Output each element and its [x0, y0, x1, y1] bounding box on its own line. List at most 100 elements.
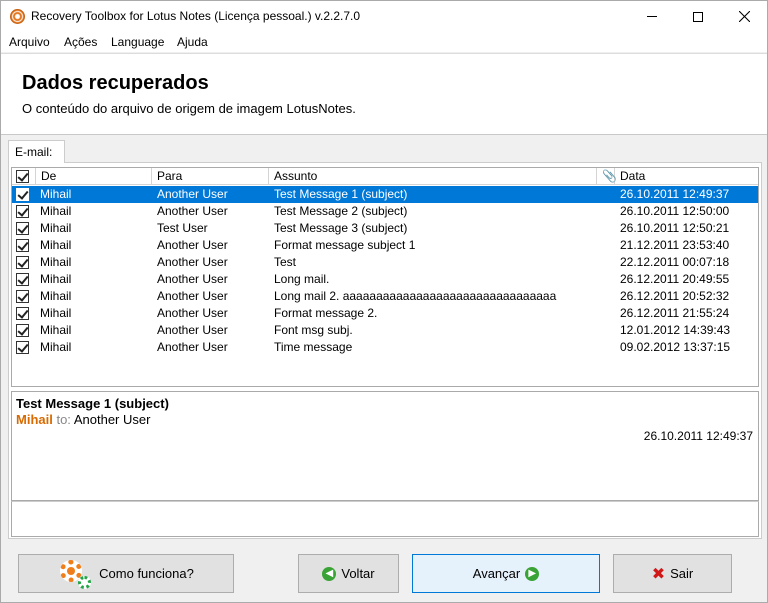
- row-checkbox-cell[interactable]: [16, 237, 33, 254]
- cell-assunto: Long mail.: [274, 272, 330, 286]
- cell-data: 26.12.2011 21:55:24: [620, 306, 730, 320]
- cell-assunto: Long mail 2. aaaaaaaaaaaaaaaaaaaaaaaaaaa…: [274, 289, 557, 303]
- table-row[interactable]: Mihail Another User Test Message 2 (subjec…: [12, 203, 758, 220]
- exit-label: Sair: [670, 566, 694, 581]
- cell-para: Another User: [157, 272, 228, 286]
- cell-de: Mihail: [40, 323, 72, 337]
- back-label: Voltar: [341, 566, 375, 581]
- cell-data: 26.10.2011 12:50:00: [620, 204, 730, 218]
- row-checkbox[interactable]: [16, 205, 29, 218]
- row-checkbox[interactable]: [16, 256, 29, 269]
- email-grid: De Para Assunto 📎 Data Mihail Another Use…: [11, 167, 759, 387]
- cell-de: Mihail: [40, 289, 72, 303]
- row-checkbox[interactable]: [16, 307, 29, 320]
- cell-assunto: Format message subject 1: [274, 238, 416, 252]
- cell-de: Mihail: [40, 255, 72, 269]
- cell-para: Another User: [157, 204, 228, 218]
- column-assunto[interactable]: Assunto: [269, 168, 597, 185]
- select-all-column[interactable]: [12, 168, 36, 185]
- row-checkbox-cell[interactable]: [16, 305, 33, 322]
- cell-de: Mihail: [40, 221, 72, 235]
- cell-data: 12.01.2012 14:39:43: [620, 323, 731, 337]
- arrow-left-icon: ◀: [322, 566, 337, 581]
- cell-de: Mihail: [40, 340, 72, 354]
- column-data[interactable]: Data: [615, 168, 758, 185]
- cell-assunto: Time message: [274, 340, 353, 354]
- table-row[interactable]: Mihail Test User Test Message 3 (subject) 2…: [12, 220, 758, 237]
- cell-data: 21.12.2011 23:53:40: [620, 238, 730, 252]
- cell-de: Mihail: [40, 204, 72, 218]
- cell-para: Another User: [157, 187, 228, 201]
- how-it-works-label: Como funciona?: [99, 566, 194, 581]
- back-button[interactable]: ◀ Voltar: [298, 554, 399, 593]
- select-all-checkbox[interactable]: [16, 170, 29, 183]
- row-checkbox[interactable]: [16, 273, 29, 286]
- cell-de: Mihail: [40, 238, 72, 252]
- menu-arquivo[interactable]: Arquivo: [9, 35, 50, 49]
- preview-to-label: to:: [56, 412, 71, 427]
- preview-recipient: Another User: [73, 412, 151, 427]
- cell-para: Another User: [157, 306, 228, 320]
- table-row[interactable]: Mihail Another User Test 22.12.2011 00:07:1…: [12, 254, 758, 271]
- table-row[interactable]: Mihail Another User Font msg subj. 12.01.20…: [12, 322, 758, 339]
- page-subtitle: O conteúdo do arquivo de origem de image…: [22, 101, 356, 116]
- column-attachment[interactable]: 📎: [597, 168, 617, 185]
- minimize-button[interactable]: [629, 1, 675, 32]
- row-checkbox-cell[interactable]: [16, 339, 33, 356]
- cell-para: Another User: [157, 323, 228, 337]
- cell-de: Mihail: [40, 272, 72, 286]
- row-checkbox-cell[interactable]: [16, 220, 33, 237]
- table-row[interactable]: Mihail Another User Format message 2. 26.12…: [12, 305, 758, 322]
- row-checkbox[interactable]: [16, 341, 29, 354]
- row-checkbox-cell[interactable]: [16, 254, 33, 271]
- table-row[interactable]: Mihail Another User Time message 09.02.2012…: [12, 339, 758, 356]
- row-checkbox-cell[interactable]: [16, 288, 33, 305]
- table-row[interactable]: Mihail Another User Long mail. 26.12.2011 2…: [12, 271, 758, 288]
- menu-ajuda[interactable]: Ajuda: [177, 35, 208, 49]
- preview-sender: Mihail: [16, 412, 53, 427]
- preview-from-line: Mihail to: Another User: [16, 412, 150, 427]
- row-checkbox-cell[interactable]: [16, 186, 33, 203]
- page-title: Dados recuperados: [22, 72, 209, 94]
- row-checkbox[interactable]: [16, 188, 29, 201]
- row-checkbox-cell[interactable]: [16, 203, 33, 220]
- column-de[interactable]: De: [36, 168, 152, 185]
- preview-subject: Test Message 1 (subject): [16, 396, 169, 411]
- cell-data: 26.10.2011 12:49:37: [620, 187, 730, 201]
- grid-header: De Para Assunto 📎 Data: [12, 168, 758, 185]
- preview-date: 26.10.2011 12:49:37: [643, 429, 753, 443]
- cell-para: Another User: [157, 255, 228, 269]
- exit-button[interactable]: ✖ Sair: [613, 554, 732, 593]
- cell-para: Another User: [157, 340, 228, 354]
- row-checkbox[interactable]: [16, 324, 29, 337]
- header-panel: Dados recuperados O conteúdo do arquivo …: [1, 53, 767, 135]
- row-checkbox-cell[interactable]: [16, 322, 33, 339]
- app-logo-icon: [10, 9, 25, 24]
- cell-data: 26.12.2011 20:49:55: [620, 272, 730, 286]
- cell-para: Another User: [157, 238, 228, 252]
- gears-icon: [58, 558, 94, 590]
- how-it-works-button[interactable]: Como funciona?: [18, 554, 234, 593]
- cell-assunto: Test Message 2 (subject): [274, 204, 408, 218]
- cell-assunto: Test Message 1 (subject): [274, 187, 408, 201]
- window-title: Recovery Toolbox for Lotus Notes (Licenç…: [31, 9, 361, 23]
- table-row[interactable]: Mihail Another User Test Message 1 (subjec…: [12, 186, 758, 203]
- close-button[interactable]: [721, 1, 767, 32]
- row-checkbox[interactable]: [16, 239, 29, 252]
- table-row[interactable]: Mihail Another User Long mail 2. aaaaaaaaa…: [12, 288, 758, 305]
- table-row[interactable]: Mihail Another User Format message subject…: [12, 237, 758, 254]
- arrow-right-icon: ▶: [525, 566, 540, 581]
- cell-data: 22.12.2011 00:07:18: [620, 255, 730, 269]
- tab-email[interactable]: E-mail:: [8, 140, 65, 163]
- maximize-icon: [693, 11, 703, 22]
- menu-language[interactable]: Language: [111, 35, 164, 49]
- row-checkbox-cell[interactable]: [16, 271, 33, 288]
- close-icon: [738, 11, 750, 22]
- menu-acoes[interactable]: Ações: [64, 35, 97, 49]
- row-checkbox[interactable]: [16, 222, 29, 235]
- title-bar: Recovery Toolbox for Lotus Notes (Licenç…: [1, 1, 767, 32]
- next-button[interactable]: Avançar ▶: [412, 554, 600, 593]
- maximize-button[interactable]: [675, 1, 721, 32]
- row-checkbox[interactable]: [16, 290, 29, 303]
- column-para[interactable]: Para: [152, 168, 269, 185]
